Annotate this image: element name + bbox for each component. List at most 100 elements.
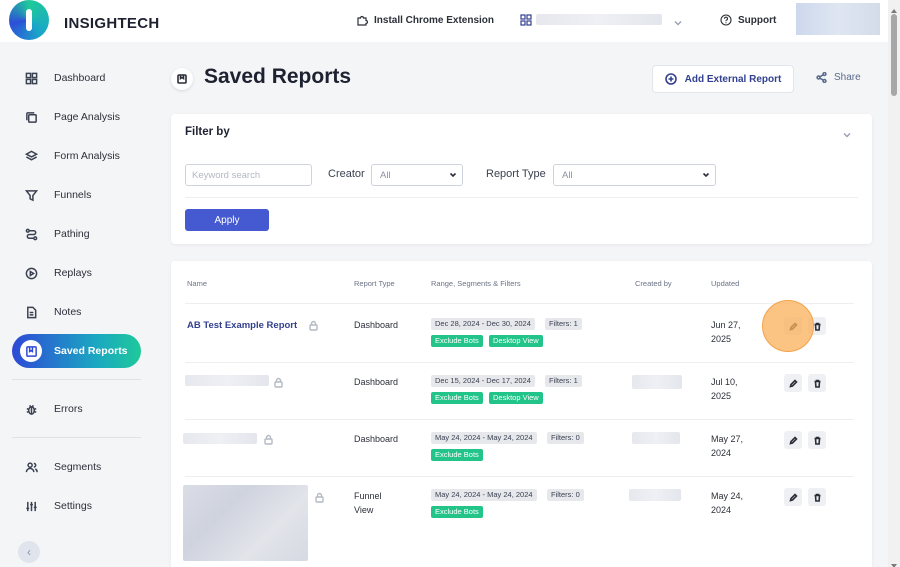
support-button[interactable]: Support	[720, 14, 776, 26]
click-highlight	[762, 300, 814, 352]
chevron-down-icon[interactable]	[842, 127, 852, 138]
pencil-icon	[788, 492, 798, 502]
report-name-redacted[interactable]	[185, 375, 269, 386]
updated-year: 2024	[711, 505, 732, 515]
sidebar-item-label: Page Analysis	[54, 111, 120, 123]
plus-circle-icon	[664, 73, 677, 85]
column-header-range: Range, Segments & Filters	[431, 279, 521, 288]
report-type-select-value: All	[562, 170, 573, 181]
updated-cell: May 27, 2024	[711, 432, 743, 460]
trash-icon	[814, 436, 820, 445]
updated-date: Jul 10,	[711, 377, 738, 387]
scroll-down-icon[interactable]	[890, 557, 898, 567]
share-button[interactable]: Share	[816, 72, 861, 83]
share-label: Share	[834, 72, 861, 83]
replay-icon	[14, 256, 48, 290]
puzzle-icon	[357, 15, 368, 26]
updated-date: Jun 27,	[711, 320, 741, 330]
keyword-search-input[interactable]: Keyword search	[185, 164, 312, 186]
layers-icon	[14, 139, 48, 173]
collapse-sidebar-button[interactable]: ‹	[18, 541, 40, 563]
report-type-select[interactable]: All	[553, 164, 716, 186]
sidebar-item-label: Funnels	[54, 189, 92, 201]
filters-count-chip: Filters: 0	[547, 432, 584, 444]
chevron-down-icon	[702, 171, 710, 179]
sidebar-divider	[12, 379, 141, 380]
lock-icon	[308, 318, 319, 331]
brand-name: INSIGHTECH	[64, 15, 160, 32]
sidebar-item-label: Errors	[54, 403, 83, 415]
sidebar-item-label: Segments	[54, 461, 102, 473]
workspace-switcher[interactable]	[520, 14, 532, 26]
sidebar-item-settings[interactable]: Settings	[12, 489, 141, 523]
lock-icon	[314, 490, 325, 503]
sidebar-item-label: Form Analysis	[54, 150, 120, 162]
creator-select[interactable]: All	[371, 164, 463, 186]
page-scrollbar[interactable]	[888, 0, 900, 567]
scroll-thumb[interactable]	[891, 14, 897, 96]
row-divider	[185, 476, 854, 477]
updated-cell: May 24, 2024	[711, 489, 743, 517]
sidebar-item-replays[interactable]: Replays	[12, 256, 141, 290]
app-logo[interactable]	[9, 0, 49, 40]
creator-redacted	[632, 375, 682, 389]
support-label: Support	[738, 14, 777, 26]
edit-button[interactable]	[784, 488, 802, 506]
chevron-down-icon[interactable]	[673, 15, 683, 26]
sidebar-item-segments[interactable]: Segments	[12, 450, 141, 484]
delete-button[interactable]	[808, 374, 826, 392]
sidebar-item-errors[interactable]: Errors	[12, 392, 141, 426]
sidebar-item-notes[interactable]: Notes	[12, 295, 141, 329]
avatar[interactable]	[796, 3, 880, 35]
pages-icon	[14, 100, 48, 134]
creator-redacted	[629, 489, 681, 501]
bookmark-icon	[171, 68, 193, 90]
segment-tag: Exclude Bots	[431, 335, 483, 347]
edit-button[interactable]	[784, 374, 802, 392]
add-external-report-button[interactable]: Add External Report	[652, 65, 794, 93]
segment-tag: Desktop View	[489, 392, 543, 404]
sidebar-item-label: Settings	[54, 500, 92, 512]
sidebar-item-label: Dashboard	[54, 72, 106, 84]
updated-year: 2024	[711, 448, 732, 458]
date-range-chip: Dec 28, 2024 - Dec 30, 2024	[431, 318, 535, 330]
apply-button[interactable]: Apply	[185, 209, 269, 231]
sidebar-item-funnels[interactable]: Funnels	[12, 178, 141, 212]
report-thumbnail-redacted[interactable]	[183, 485, 308, 561]
sidebar-item-pathing[interactable]: Pathing	[12, 217, 141, 251]
delete-button[interactable]	[808, 431, 826, 449]
filters-count-chip: Filters: 1	[545, 375, 582, 387]
scroll-up-icon[interactable]	[890, 2, 898, 13]
pencil-icon	[788, 435, 798, 445]
sidebar-item-page-analysis[interactable]: Page Analysis	[12, 100, 141, 134]
column-header-updated: Updated	[711, 279, 740, 288]
lock-icon	[263, 432, 274, 445]
note-icon	[14, 295, 48, 329]
page-title: Saved Reports	[204, 65, 352, 88]
edit-button[interactable]	[784, 431, 802, 449]
filter-title: Filter by	[185, 126, 230, 138]
sidebar-item-label: Notes	[54, 306, 82, 318]
sidebar-item-form-analysis[interactable]: Form Analysis	[12, 139, 141, 173]
updated-year: 2025	[711, 334, 732, 344]
report-name-link[interactable]: AB Test Example Report	[187, 320, 297, 331]
path-icon	[14, 217, 48, 251]
report-name-redacted[interactable]	[183, 433, 257, 444]
chevron-left-icon: ‹	[27, 545, 31, 559]
date-range-chip: May 24, 2024 - May 24, 2024	[431, 432, 537, 444]
sidebar-item-saved-reports[interactable]: Saved Reports	[12, 334, 141, 368]
workspace-name-redacted	[536, 14, 662, 25]
segment-tag: Desktop View	[489, 335, 543, 347]
sidebar-item-dashboard[interactable]: Dashboard	[12, 61, 141, 95]
help-icon	[720, 14, 732, 26]
sidebar-item-label: Pathing	[54, 228, 90, 240]
delete-button[interactable]	[808, 488, 826, 506]
column-header-name: Name	[187, 279, 208, 288]
install-extension-button[interactable]: Install Chrome Extension	[356, 14, 494, 26]
segment-tag: Exclude Bots	[431, 506, 483, 518]
filter-divider	[185, 197, 858, 198]
bug-icon	[14, 392, 48, 426]
report-type-label: Report Type	[486, 168, 546, 180]
report-type-line: Funnel	[354, 491, 382, 501]
segment-tag: Exclude Bots	[431, 392, 483, 404]
